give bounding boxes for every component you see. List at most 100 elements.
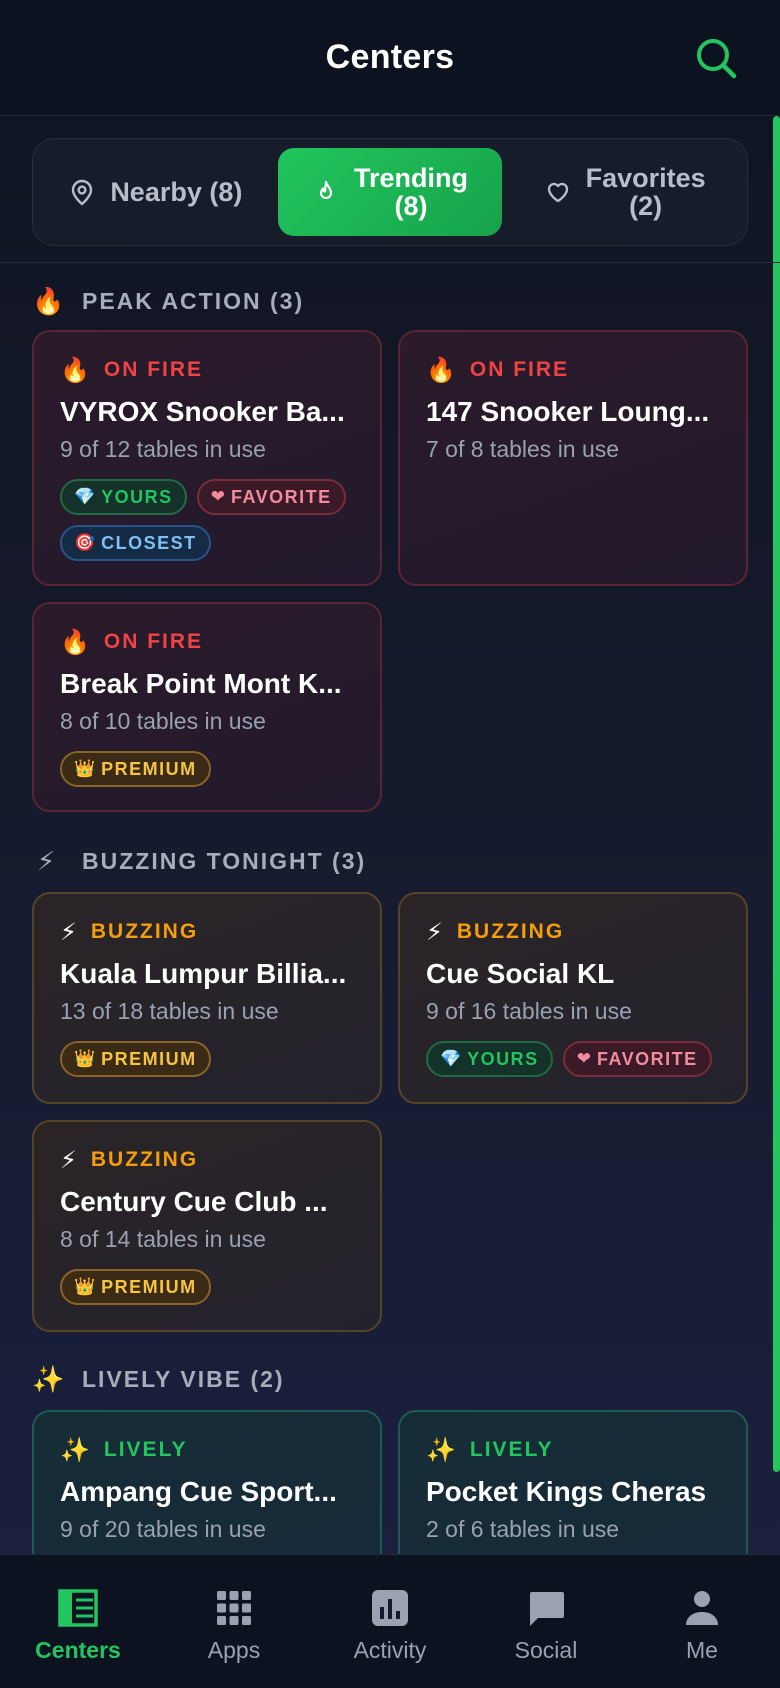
- nav-centers[interactable]: Centers: [3, 1587, 153, 1664]
- closest-badge: 🎯 CLOSEST: [60, 525, 211, 561]
- sparkles-icon: ✨: [60, 1436, 90, 1464]
- status-label: LIVELY: [469, 1438, 554, 1461]
- premium-badge: 👑 PREMIUM: [60, 1269, 211, 1305]
- section-buzzing-tonight: ⚡ BUZZING TONIGHT (3): [32, 846, 366, 877]
- search-icon[interactable]: [694, 36, 738, 80]
- favorite-badge: ❤ FAVORITE: [562, 1041, 712, 1077]
- filter-tabs: Nearby (8) Trending (8) Favorites (2): [32, 138, 748, 246]
- badge-label: PREMIUM: [101, 1276, 197, 1297]
- section-title: LIVELY VIBE (2): [82, 1366, 285, 1392]
- nav-label: Centers: [35, 1637, 121, 1663]
- activity-chart-icon: [372, 1590, 408, 1626]
- person-icon: [686, 1591, 718, 1625]
- status-label: ON FIRE: [469, 358, 570, 381]
- yours-badge: 💎 YOURS: [426, 1041, 553, 1077]
- divider: [0, 262, 780, 263]
- premium-badge: 👑 PREMIUM: [60, 751, 211, 787]
- tab-nearby-label: Nearby (8): [110, 176, 243, 207]
- chat-bubble-icon: [530, 1592, 564, 1626]
- heart-icon: [547, 182, 568, 203]
- crown-icon: 👑: [74, 1277, 96, 1296]
- yours-badge: 💎 YOURS: [60, 479, 187, 515]
- badge-label: FAVORITE: [596, 1048, 698, 1069]
- diamond-icon: 💎: [74, 487, 96, 506]
- center-card[interactable]: ⚡ BUZZING Cue Social KL 9 of 16 tables in…: [398, 892, 748, 1104]
- fire-icon: 🔥: [60, 628, 90, 656]
- scrollbar[interactable]: [773, 116, 780, 1472]
- center-name: 147 Snooker Loung...: [426, 396, 710, 427]
- status-label: BUZZING: [456, 920, 565, 943]
- center-name: Kuala Lumpur Billia...: [60, 958, 347, 989]
- nav-label: Activity: [353, 1637, 427, 1663]
- heart-icon: ❤: [210, 487, 225, 506]
- status-label: BUZZING: [90, 920, 199, 943]
- center-name: Pocket Kings Cheras: [426, 1476, 707, 1507]
- lightning-icon: ⚡: [36, 846, 58, 876]
- sparkles-icon: ✨: [426, 1436, 456, 1464]
- badge-label: YOURS: [101, 486, 173, 507]
- app-header: Centers: [0, 0, 780, 116]
- status-label: LIVELY: [103, 1438, 188, 1461]
- lightning-icon: ⚡: [60, 1146, 77, 1174]
- center-card[interactable]: 🔥 ON FIRE 147 Snooker Loung... 7 of 8 tab…: [398, 330, 748, 586]
- fire-icon: 🔥: [32, 286, 67, 316]
- table-usage: 2 of 6 tables in use: [426, 1516, 620, 1542]
- table-usage: 13 of 18 tables in use: [60, 998, 279, 1024]
- fire-icon: 🔥: [60, 356, 90, 384]
- badge-label: YOURS: [467, 1048, 539, 1069]
- section-peak-action: 🔥 PEAK ACTION (3): [32, 286, 304, 317]
- nav-activity[interactable]: Activity: [315, 1587, 465, 1664]
- favorite-badge: ❤ FAVORITE: [196, 479, 346, 515]
- table-usage: 8 of 10 tables in use: [60, 708, 266, 734]
- bottom-nav: Centers Apps Activity Social Me: [0, 1554, 780, 1688]
- status-label: ON FIRE: [103, 630, 204, 653]
- center-card[interactable]: ⚡ BUZZING Century Cue Club ... 8 of 14 ta…: [32, 1120, 382, 1332]
- center-name: Ampang Cue Sport...: [60, 1476, 337, 1507]
- section-title: PEAK ACTION (3): [82, 288, 305, 314]
- heart-icon: ❤: [576, 1049, 591, 1068]
- center-card[interactable]: ⚡ BUZZING Kuala Lumpur Billia... 13 of 18…: [32, 892, 382, 1104]
- tab-favorites-label: Favorites (2): [585, 162, 706, 221]
- crown-icon: 👑: [74, 1049, 96, 1068]
- fire-icon: 🔥: [426, 356, 456, 384]
- lightning-icon: ⚡: [60, 918, 77, 946]
- tab-trending-label: Trending (8): [354, 162, 468, 221]
- center-card[interactable]: 🔥 ON FIRE VYROX Snooker Ba... 9 of 12 tab…: [32, 330, 382, 586]
- centers-icon: [58, 1589, 98, 1627]
- nav-social[interactable]: Social: [471, 1587, 621, 1664]
- lightning-icon: ⚡: [426, 918, 443, 946]
- badge-label: PREMIUM: [101, 1048, 197, 1069]
- table-usage: 8 of 14 tables in use: [60, 1226, 266, 1252]
- tab-trending[interactable]: Trending (8): [277, 148, 503, 236]
- target-icon: 🎯: [74, 533, 96, 552]
- center-name: VYROX Snooker Ba...: [60, 396, 345, 427]
- table-usage: 9 of 12 tables in use: [60, 436, 266, 462]
- sparkles-icon: ✨: [32, 1364, 67, 1394]
- nav-me[interactable]: Me: [627, 1587, 777, 1664]
- table-usage: 7 of 8 tables in use: [426, 436, 620, 462]
- badge-label: FAVORITE: [230, 486, 332, 507]
- table-usage: 9 of 20 tables in use: [60, 1516, 266, 1542]
- map-pin-icon: [72, 179, 93, 206]
- crown-icon: 👑: [74, 759, 96, 778]
- badge-label: PREMIUM: [101, 758, 197, 779]
- diamond-icon: 💎: [440, 1049, 462, 1068]
- nav-label: Social: [514, 1637, 578, 1663]
- section-title: BUZZING TONIGHT (3): [82, 848, 367, 874]
- nav-label: Me: [686, 1637, 718, 1663]
- premium-badge: 👑 PREMIUM: [60, 1041, 211, 1077]
- nav-label: Apps: [207, 1637, 261, 1663]
- center-name: Century Cue Club ...: [60, 1186, 328, 1217]
- center-card[interactable]: 🔥 ON FIRE Break Point Mont K... 8 of 10 t…: [32, 602, 382, 812]
- page-title: Centers: [325, 38, 455, 76]
- flame-icon: [319, 180, 333, 200]
- nav-apps[interactable]: Apps: [159, 1587, 309, 1664]
- tab-favorites[interactable]: Favorites (2): [512, 148, 737, 236]
- center-name: Cue Social KL: [426, 958, 615, 989]
- tab-nearby[interactable]: Nearby (8): [43, 148, 268, 236]
- status-label: ON FIRE: [103, 358, 204, 381]
- status-label: BUZZING: [90, 1148, 199, 1171]
- badge-label: CLOSEST: [101, 532, 197, 553]
- table-usage: 9 of 16 tables in use: [426, 998, 632, 1024]
- center-name: Break Point Mont K...: [60, 668, 342, 699]
